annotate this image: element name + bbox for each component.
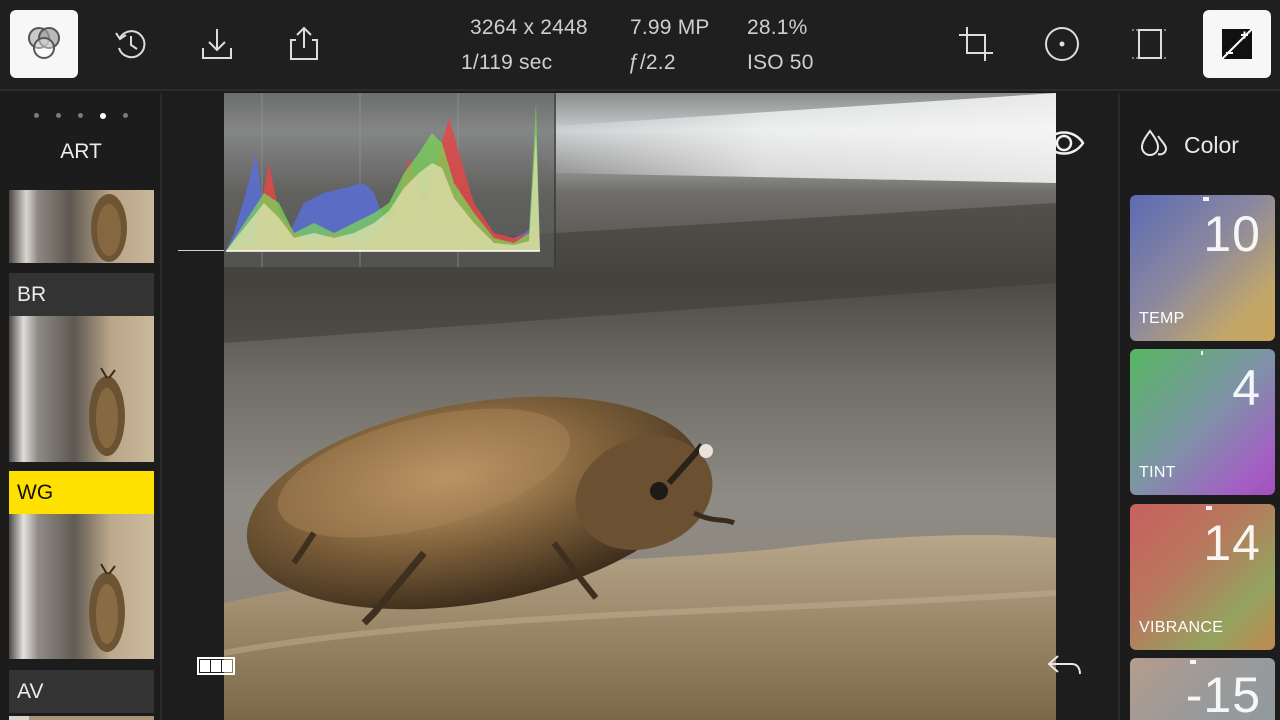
compare-icon (1217, 24, 1257, 64)
download-icon (197, 24, 237, 64)
download-button[interactable] (183, 10, 251, 78)
filter-thumbnail-av[interactable] (9, 713, 154, 720)
filter-label-br[interactable]: BR (9, 273, 154, 316)
adjustment-title: Color (1184, 132, 1239, 158)
slider-indicator (1201, 351, 1203, 355)
temp-value: 10 (1203, 206, 1261, 262)
adjustment-header[interactable]: Color (1138, 127, 1239, 164)
filter-panel: ART BR WG AV (0, 93, 162, 720)
history-button[interactable] (97, 10, 165, 78)
filter-label-av[interactable]: AV (9, 670, 154, 713)
top-toolbar: 3264 x 2448 7.99 MP 28.1% 1/119 sec ƒ/2.… (0, 0, 1280, 91)
vignette-button[interactable] (1028, 10, 1096, 78)
page-dot[interactable] (34, 113, 39, 118)
slider-indicator (1206, 506, 1212, 510)
saturation-slider-card[interactable]: -15 (1130, 658, 1275, 720)
filmstrip-icon (196, 657, 236, 682)
color-drops-icon (1138, 127, 1170, 164)
filter-thumbnail-wg[interactable] (9, 514, 154, 659)
aperture-text: ƒ/2.2 (628, 51, 676, 74)
adjustment-value: -15 (1185, 667, 1261, 720)
tint-label: TINT (1139, 464, 1176, 481)
share-icon (284, 24, 324, 64)
page-dot[interactable] (100, 112, 106, 119)
frame-button[interactable] (1116, 10, 1184, 78)
tint-value: 4 (1232, 360, 1261, 416)
histogram[interactable] (224, 93, 556, 267)
zoom-text: 28.1% (747, 16, 808, 39)
resolution-text: 3264 x 2448 (470, 16, 588, 39)
adjustment-panel: Color 10 TEMP 4 TINT 14 VIBRANCE -15 (1118, 93, 1280, 720)
filter-group-title: ART (60, 140, 102, 163)
vibrance-slider-card[interactable]: 14 VIBRANCE (1130, 504, 1275, 650)
page-indicator[interactable] (0, 112, 160, 119)
vibrance-label: VIBRANCE (1139, 619, 1224, 636)
eye-icon (1042, 131, 1086, 166)
vibrance-value: 14 (1203, 515, 1261, 571)
histogram-baseline (178, 250, 224, 251)
crop-icon (956, 24, 996, 64)
frame-icon (1130, 24, 1170, 64)
history-icon (111, 24, 151, 64)
back-arrow-icon (1044, 655, 1084, 686)
color-circles-icon (22, 22, 66, 66)
temp-label: TEMP (1139, 310, 1185, 327)
filter-thumbnail[interactable] (9, 190, 154, 263)
back-button[interactable] (1044, 650, 1084, 682)
iso-text: ISO 50 (747, 51, 814, 74)
slider-indicator (1203, 197, 1209, 201)
crop-button[interactable] (942, 10, 1010, 78)
filter-thumbnail-br[interactable] (9, 316, 154, 462)
shutter-text: 1/119 sec (461, 51, 553, 74)
color-circles-button[interactable] (10, 10, 78, 78)
vignette-icon (1042, 24, 1082, 64)
megapixels-text: 7.99 MP (630, 16, 710, 39)
tint-slider-card[interactable]: 4 TINT (1130, 349, 1275, 495)
temp-slider-card[interactable]: 10 TEMP (1130, 195, 1275, 341)
share-button[interactable] (270, 10, 338, 78)
filmstrip-toggle-button[interactable] (196, 654, 236, 678)
slider-indicator (1190, 660, 1196, 664)
page-dot[interactable] (123, 113, 128, 118)
preview-toggle-button[interactable] (1042, 124, 1086, 162)
compare-button[interactable] (1203, 10, 1271, 78)
page-dot[interactable] (78, 113, 83, 118)
page-dot[interactable] (56, 113, 61, 118)
filter-label-wg[interactable]: WG (9, 471, 154, 514)
